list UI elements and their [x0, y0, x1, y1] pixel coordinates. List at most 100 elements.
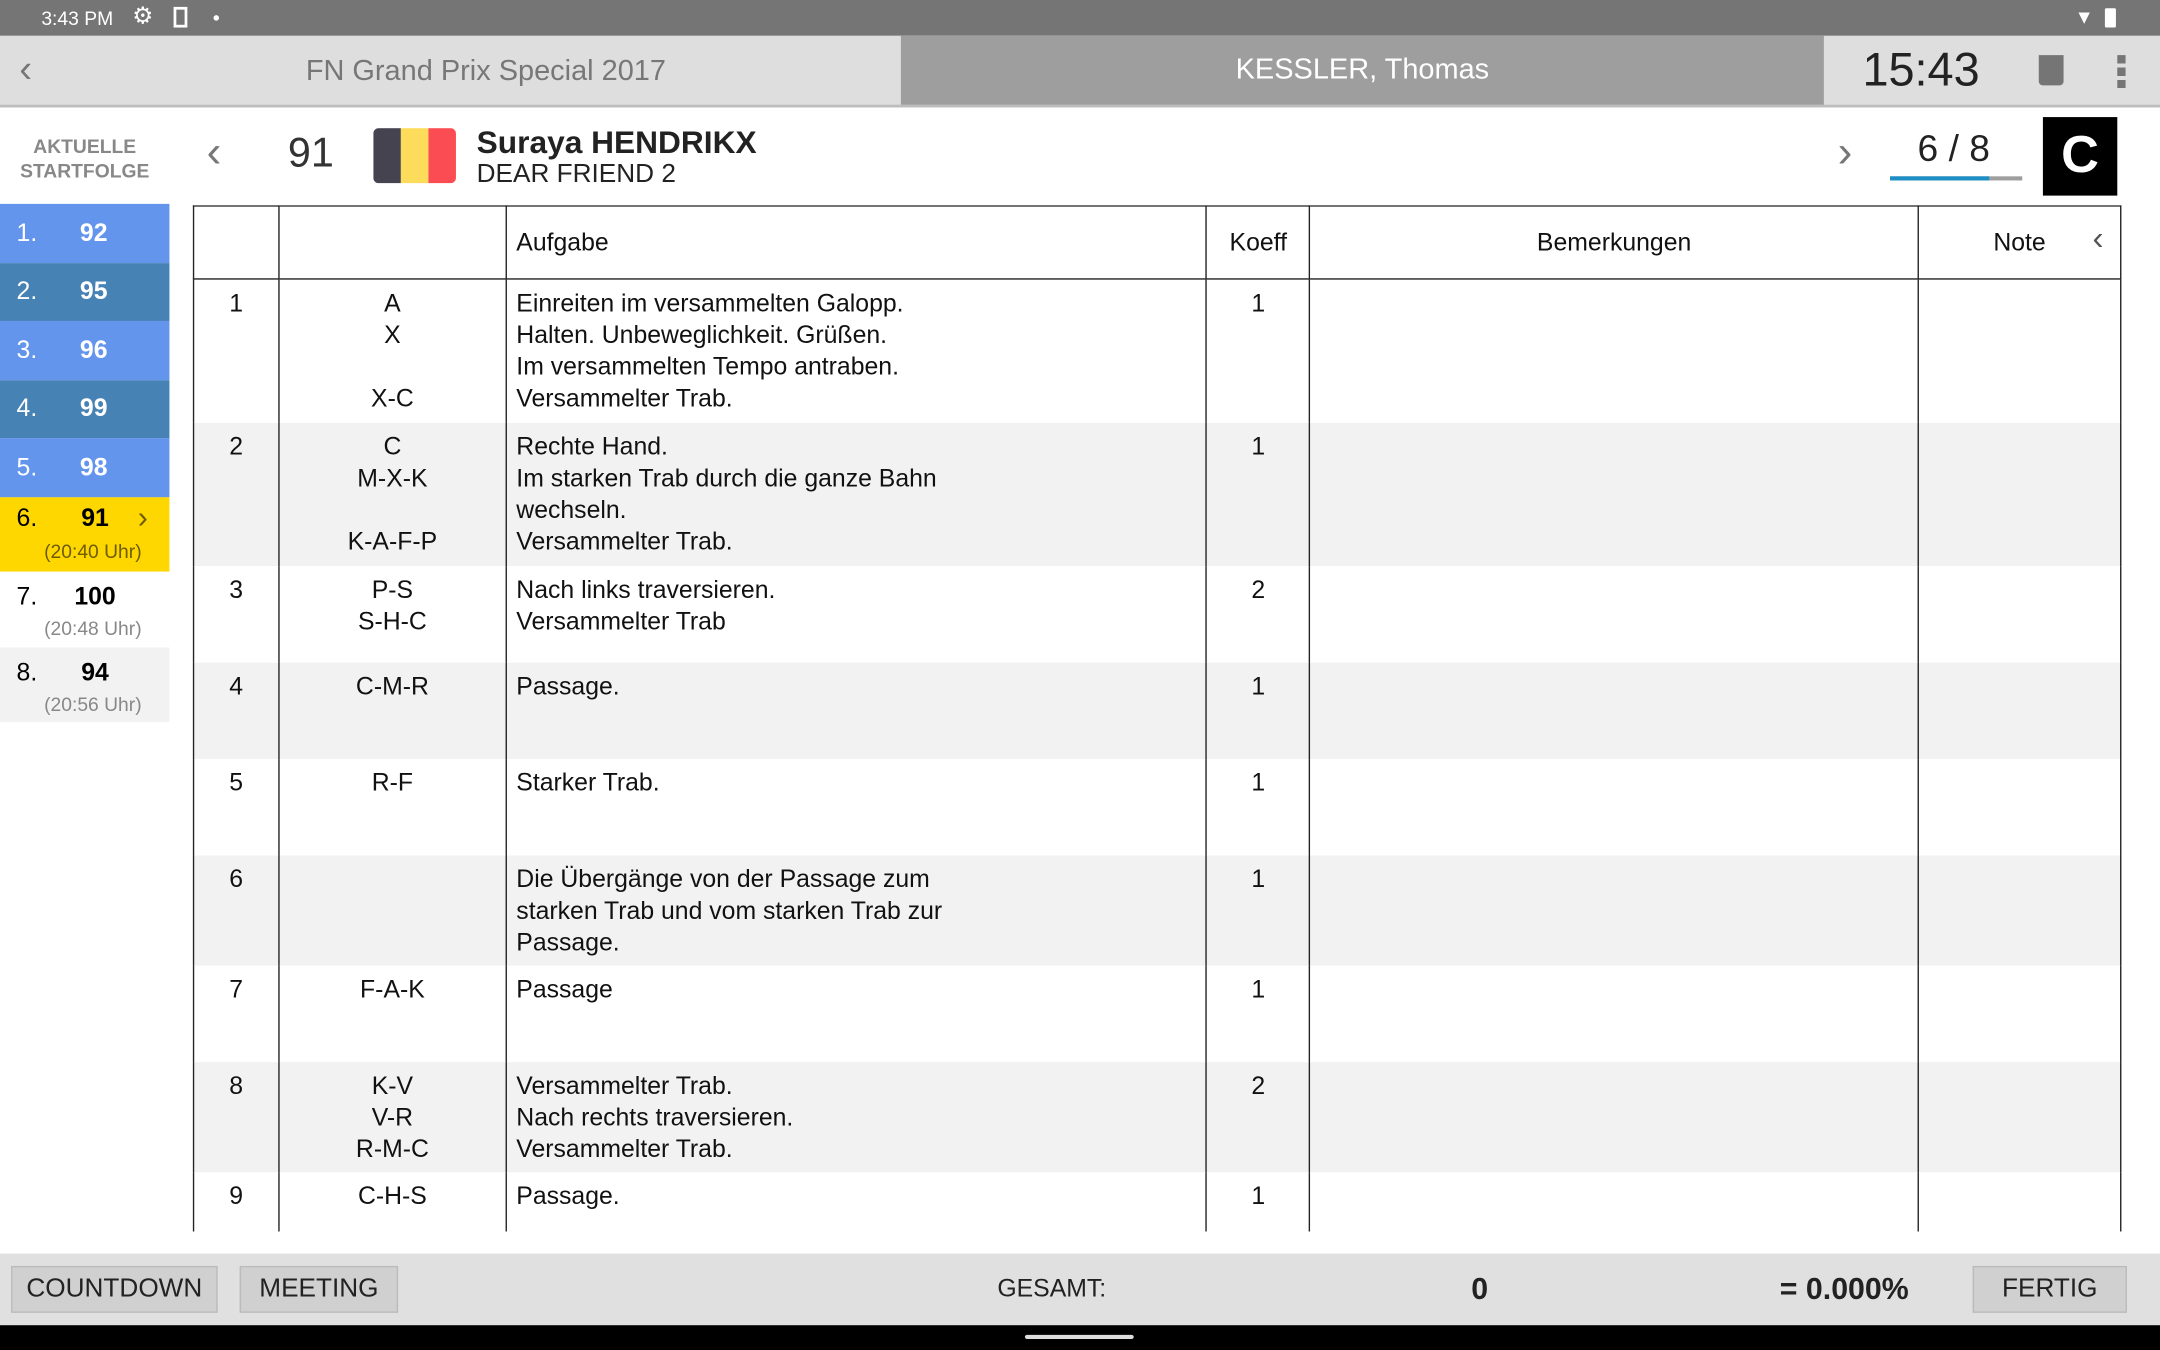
row-score[interactable] [1917, 565, 2122, 662]
row-task: Passage. [505, 661, 1208, 759]
row-score[interactable] [1917, 1061, 2122, 1172]
bottom-bar: COUNTDOWN MEETING GESAMT: 0 = 0.000% FER… [0, 1253, 2160, 1326]
row-points: C-M-R [278, 661, 507, 759]
navigation-bar [0, 1325, 2160, 1350]
row-task: Rechte Hand. Im starken Trab durch die g… [505, 422, 1208, 566]
row-remarks[interactable] [1309, 758, 1920, 855]
row-coeff: 2 [1205, 565, 1311, 662]
row-score[interactable] [1917, 758, 2122, 855]
row-coeff: 1 [1205, 422, 1311, 566]
home-handle[interactable] [1024, 1334, 1134, 1339]
previous-rider-button[interactable]: ‹ [207, 127, 222, 178]
total-label: GESAMT: [997, 1274, 1107, 1302]
row-score[interactable] [1917, 1171, 2122, 1232]
table-row: 1A X X-C Einreiten im versammelten Galopp… [192, 278, 2122, 423]
sidebar-title: AKTUELLE STARTFOLGE [0, 134, 169, 184]
row-points: P-S S-H-C [278, 565, 507, 662]
row-task: Einreiten im versammelten Galopp. Halten… [505, 278, 1208, 423]
row-remarks[interactable] [1309, 661, 1920, 759]
app-bar: ‹ FN Grand Prix Special 2017 KESSLER, Th… [0, 35, 2160, 108]
row-number: 1 [192, 278, 280, 423]
row-coeff: 1 [1205, 758, 1311, 855]
rider-name: Suraya HENDRIKX [476, 123, 757, 160]
event-title: FN Grand Prix Special 2017 [305, 55, 667, 87]
notification-dot-icon [213, 15, 220, 21]
status-bar: 3:43 PM ⚙ ▼ [0, 0, 2160, 36]
table-row: 7 F-A-K Passage 1 [192, 964, 2122, 1062]
header-points [278, 205, 507, 280]
row-coeff: 1 [1205, 661, 1311, 759]
rider-position: 6 / 8 [1917, 128, 1990, 170]
row-task: Passage [505, 964, 1208, 1062]
battery-icon [2104, 8, 2116, 28]
judge-position-badge: C [2042, 117, 2118, 196]
table-row: 2C M-X-K K-A-F-P Rechte Hand. Im starken … [192, 422, 2122, 566]
header-nr [192, 205, 280, 280]
trash-icon[interactable] [2038, 55, 2064, 86]
progress-bar [1889, 176, 2023, 181]
total-percent: = 0.000% [1779, 1271, 1909, 1306]
row-number: 2 [192, 422, 280, 566]
row-points: F-A-K [278, 964, 507, 1062]
done-button[interactable]: FERTIG [1972, 1265, 2127, 1313]
row-remarks[interactable] [1309, 278, 1920, 423]
row-remarks[interactable] [1309, 1171, 1920, 1232]
row-points: A X X-C [278, 278, 507, 423]
row-task: Versammelter Trab. Nach rechts traversie… [505, 1061, 1208, 1172]
row-score[interactable] [1917, 278, 2122, 423]
table-row: 3 P-S S-H-C Nach links traversieren. Versa… [192, 565, 2122, 662]
score-sheet: Aufgabe Koeff Bemerkungen Note ‹ 1A X X-C… [0, 205, 2160, 1232]
row-remarks[interactable] [1309, 422, 1920, 566]
row-score[interactable] [1917, 854, 2122, 965]
header-score[interactable]: Note ‹ [1917, 205, 2122, 280]
row-score[interactable] [1917, 661, 2122, 759]
judge-name: KESSLER, Thomas [900, 35, 1824, 105]
status-time: 3:43 PM [41, 6, 114, 29]
row-task: Nach links traversieren. Versammelter Tr… [505, 565, 1208, 662]
wifi-icon: ▼ [2074, 5, 2094, 28]
table-row: 5 R-F Starker Trab. 1 [192, 758, 2122, 855]
start-number: 91 [287, 130, 334, 177]
row-number: 8 [192, 1061, 280, 1172]
row-remarks[interactable] [1309, 964, 1920, 1062]
row-remarks[interactable] [1309, 1061, 1920, 1172]
row-number: 4 [192, 661, 280, 759]
row-coeff: 2 [1205, 1061, 1311, 1172]
row-score[interactable] [1917, 422, 2122, 566]
table-row: 4 C-M-R Passage. 1 [192, 661, 2122, 759]
table-row: 9 C-H-S Passage. 1 [192, 1171, 2122, 1232]
sidebar-title-line: AKTUELLE [33, 135, 137, 158]
row-points [278, 854, 507, 965]
row-score[interactable] [1917, 964, 2122, 1062]
clock: 15:43 [1862, 44, 1980, 97]
row-points: K-V V-R R-M-C [278, 1061, 507, 1172]
chevron-left-icon[interactable]: ‹ [2093, 220, 2104, 259]
header-coeff: Koeff [1205, 205, 1311, 280]
row-points: C-H-S [278, 1171, 507, 1232]
score-table: Aufgabe Koeff Bemerkungen Note ‹ 1A X X-C… [192, 205, 2122, 1232]
row-coeff: 1 [1205, 854, 1311, 965]
row-task: Passage. [505, 1171, 1208, 1232]
download-icon [173, 6, 188, 28]
table-row: 6 Die Übergänge von der Passage zum stark… [192, 854, 2122, 965]
row-number: 3 [192, 565, 280, 662]
countdown-button[interactable]: COUNTDOWN [11, 1265, 218, 1313]
row-coeff: 1 [1205, 964, 1311, 1062]
next-rider-button[interactable]: › [1838, 127, 1853, 178]
header-task: Aufgabe [505, 205, 1208, 280]
row-number: 6 [192, 854, 280, 965]
meeting-button[interactable]: MEETING [239, 1265, 399, 1313]
header-remarks: Bemerkungen [1309, 205, 1920, 280]
row-task: Die Übergänge von der Passage zum starke… [505, 854, 1208, 965]
row-remarks[interactable] [1309, 854, 1920, 965]
back-button[interactable]: ‹ [19, 47, 32, 91]
more-menu-icon[interactable] [2117, 55, 2126, 89]
header-score-label: Note [1993, 227, 2046, 256]
row-remarks[interactable] [1309, 565, 1920, 662]
row-number: 7 [192, 964, 280, 1062]
flag-belgium-icon [373, 128, 456, 184]
table-row: 8 K-V V-R R-M-C Versammelter Trab. Nach re… [192, 1061, 2122, 1172]
row-coeff: 1 [1205, 278, 1311, 423]
settings-icon: ⚙ [132, 2, 154, 29]
sidebar-title-line: STARTFOLGE [20, 159, 150, 182]
